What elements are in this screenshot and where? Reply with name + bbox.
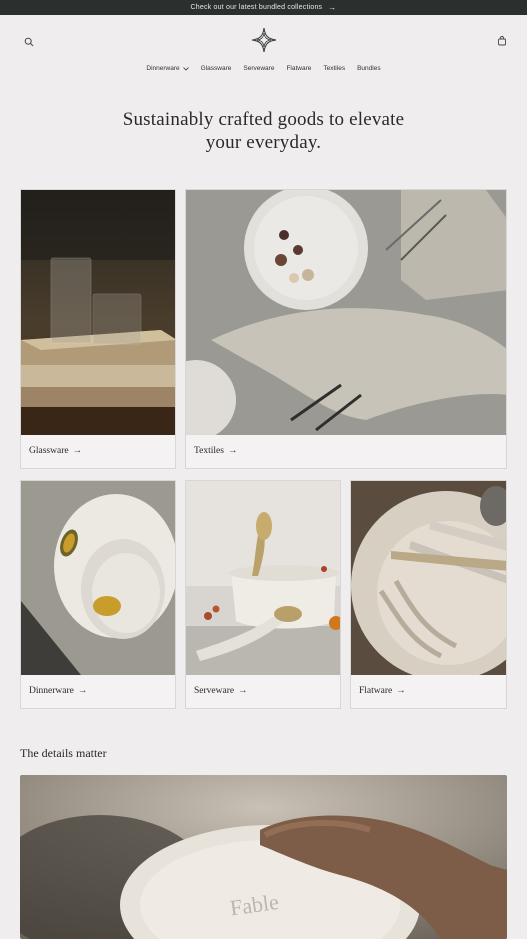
- section-title: The details matter: [20, 746, 107, 760]
- nav-item-glassware[interactable]: Glassware: [201, 65, 232, 72]
- hero-line-2: your everyday.: [205, 132, 322, 153]
- site-header: Dinnerware Glassware Serveware Flatware …: [0, 15, 527, 85]
- card-label: Flatware: [359, 686, 393, 696]
- card-caption: Dinnerware →: [29, 686, 87, 696]
- hero-line-1: Sustainably crafted goods to elevate: [122, 109, 405, 130]
- collection-card-dinnerware[interactable]: Dinnerware →: [20, 480, 176, 709]
- details-image: Fable: [20, 775, 507, 939]
- nav-label: Dinnerware: [146, 65, 180, 72]
- dinnerware-image: [21, 481, 175, 675]
- card-label: Textiles: [194, 446, 224, 456]
- card-caption: Glassware →: [29, 446, 82, 456]
- arrow-right-icon: →: [328, 3, 337, 12]
- cart-button[interactable]: [495, 34, 509, 48]
- arrow-right-icon: →: [72, 446, 83, 456]
- star-logo-icon[interactable]: [250, 26, 278, 54]
- hero-heading: Sustainably crafted goods to elevate you…: [60, 108, 467, 154]
- card-caption: Textiles →: [194, 446, 237, 456]
- collection-card-flatware[interactable]: Flatware →: [350, 480, 507, 709]
- nav-item-bundles[interactable]: Bundles: [357, 65, 381, 72]
- nav-item-dinnerware[interactable]: Dinnerware: [146, 65, 189, 72]
- nav-item-flatware[interactable]: Flatware: [286, 65, 311, 72]
- card-label: Dinnerware: [29, 686, 74, 696]
- arrow-right-icon: →: [227, 446, 238, 456]
- arrow-right-icon: →: [396, 686, 406, 696]
- serveware-image: [186, 481, 340, 675]
- main-nav: Dinnerware Glassware Serveware Flatware …: [0, 65, 527, 72]
- collection-card-serveware[interactable]: Serveware →: [185, 480, 341, 709]
- collection-card-textiles[interactable]: Textiles →: [185, 189, 507, 469]
- announcement-bar[interactable]: Check out our latest bundled collections…: [0, 0, 527, 15]
- card-label: Serveware: [194, 686, 235, 696]
- chevron-down-icon: [182, 66, 189, 71]
- nav-item-textiles[interactable]: Textiles: [323, 65, 345, 72]
- arrow-right-icon: →: [238, 686, 248, 696]
- nav-item-serveware[interactable]: Serveware: [243, 65, 274, 72]
- flatware-image: [351, 481, 506, 675]
- search-button[interactable]: [22, 35, 36, 49]
- card-caption: Flatware →: [359, 686, 406, 696]
- announcement-text[interactable]: Check out our latest bundled collections: [191, 4, 323, 11]
- search-icon: [24, 37, 34, 47]
- arrow-right-icon: →: [77, 686, 88, 696]
- card-label: Glassware: [29, 446, 69, 456]
- card-caption: Serveware →: [194, 686, 248, 696]
- glassware-image: [21, 190, 175, 435]
- collection-card-glassware[interactable]: Glassware →: [20, 189, 176, 469]
- cart-icon: [498, 36, 506, 46]
- textiles-image: [186, 190, 506, 435]
